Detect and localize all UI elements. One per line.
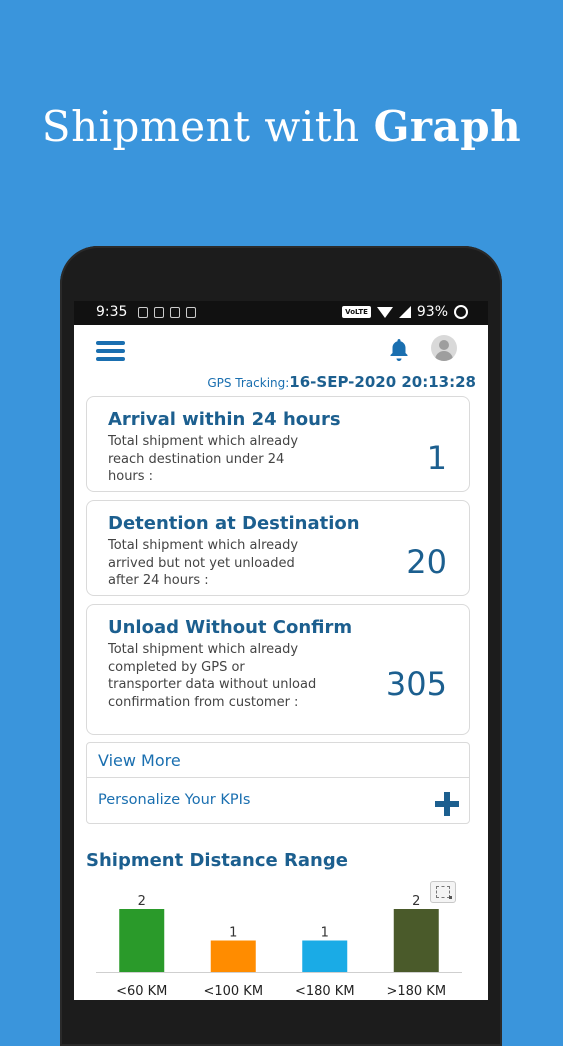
promo-title-bold: Graph [373,102,522,151]
user-avatar-icon[interactable] [431,335,457,361]
x-tick-label: <60 KM [116,984,167,999]
app-header [74,325,488,373]
kpi-card-arrival[interactable]: Arrival within 24 hours Total shipment w… [86,396,470,492]
gps-tracking: GPS Tracking: 16-SEP-2020 20:13:28 [207,373,476,391]
kpi-value: 305 [385,665,447,703]
status-bar: 9:35 VoLTE 93% [74,301,488,325]
kpi-value: 1 [426,439,447,477]
bar-data-label: 2 [138,894,146,909]
kpi-title: Arrival within 24 hours [108,409,341,430]
bar-data-label: 1 [229,926,237,941]
x-tick-label: <100 KM [203,984,263,999]
chart-bar[interactable] [210,940,256,973]
notification-icon [154,307,164,318]
status-indicators: VoLTE 93% [342,304,468,320]
gps-label: GPS Tracking: [207,376,290,390]
bar-data-label: 2 [412,894,420,909]
wifi-icon [376,306,393,318]
distance-range-chart: 2 <60 KM 1 <100 KM 1 <180 KM 2 >180 KM [96,894,462,999]
kpi-title: Unload Without Confirm [108,617,353,638]
chart-bar[interactable] [119,909,165,972]
personalize-kpis-link[interactable]: Personalize Your KPIs [98,792,250,808]
kpi-description: Total shipment which already reach desti… [108,434,299,484]
kpi-title: Detention at Destination [108,513,360,534]
bar-data-label: 1 [321,926,329,941]
kpi-value: 20 [406,543,447,581]
hamburger-icon[interactable] [96,341,125,365]
notification-icon [170,307,180,318]
chart-bar[interactable] [302,940,348,973]
notification-icons [138,307,196,318]
x-tick-label: <180 KM [295,984,355,999]
x-tick-label: >180 KM [386,984,446,999]
app-screen: 9:35 VoLTE 93% GPS Tracking: 16-SEP-2020… [74,301,488,1000]
kpi-actions: View More Personalize Your KPIs [86,742,470,824]
view-more-link[interactable]: View More [98,751,181,770]
battery-icon [454,305,468,319]
chart-bar[interactable] [393,909,439,972]
chart-title: Shipment Distance Range [86,850,348,871]
kpi-card-unload[interactable]: Unload Without Confirm Total shipment wh… [86,604,470,735]
signal-icon [398,306,411,318]
volte-badge: VoLTE [342,306,371,318]
battery-percent: 93% [416,304,448,320]
plus-icon[interactable] [435,792,459,816]
status-time: 9:35 [96,304,128,320]
promo-title: Shipment with Graph [0,102,563,151]
kpi-description: Total shipment which already arrived but… [108,538,299,588]
notification-icon [138,307,148,318]
kpi-description: Total shipment which already completed b… [108,642,317,710]
gps-timestamp: 16-SEP-2020 20:13:28 [289,373,476,391]
promo-title-regular: Shipment with [41,102,374,151]
notification-icon [186,307,196,318]
divider [87,777,469,778]
kpi-card-detention[interactable]: Detention at Destination Total shipment … [86,500,470,596]
bell-icon[interactable] [387,337,411,361]
